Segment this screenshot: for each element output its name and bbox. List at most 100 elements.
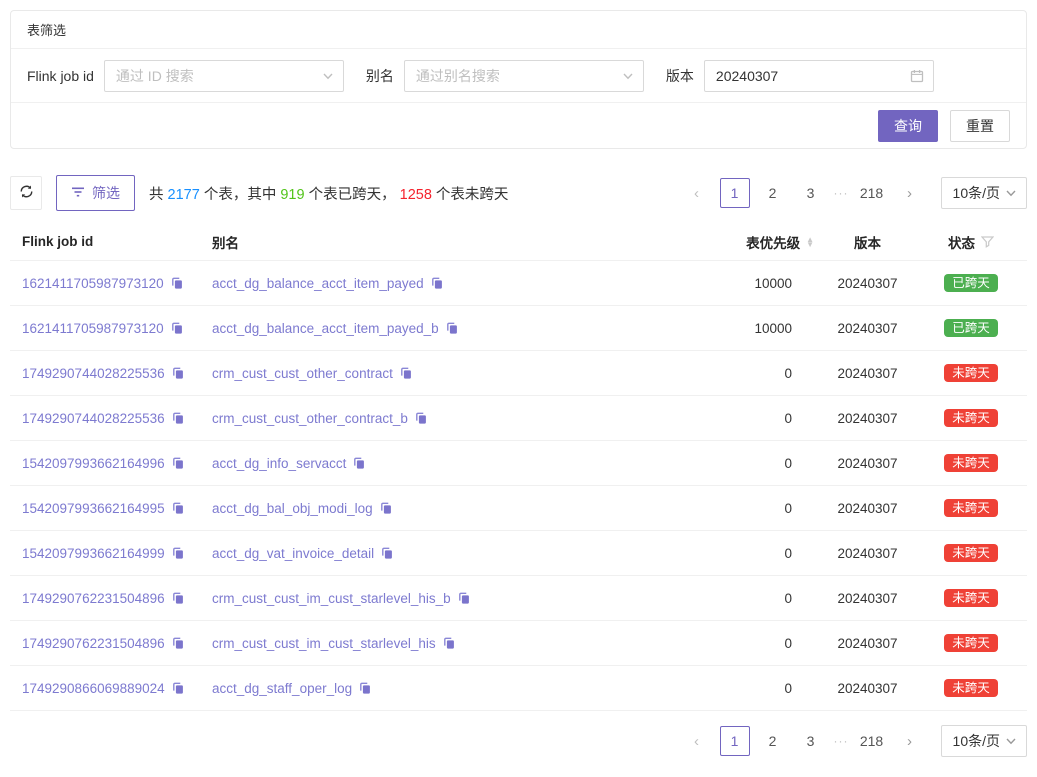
flink-job-id-link[interactable]: 1542097993662164996 xyxy=(22,456,165,471)
alias-link[interactable]: acct_dg_info_servacct xyxy=(212,456,346,471)
copy-icon[interactable] xyxy=(379,501,393,515)
copy-icon[interactable] xyxy=(414,411,428,425)
alias-link[interactable]: acct_dg_staff_oper_log xyxy=(212,681,352,696)
status-badge: 未跨天 xyxy=(944,499,998,518)
flink-job-id-link[interactable]: 1749290762231504896 xyxy=(22,636,165,651)
column-header-priority[interactable]: 表优先级 ▲▼ xyxy=(690,232,820,252)
summary-part4: 个表未跨天 xyxy=(432,187,509,203)
row-alias-cell: crm_cust_cust_im_cust_starlevel_his xyxy=(206,636,690,651)
row-status-cell: 已跨天 xyxy=(915,274,1027,293)
flink-job-id-link[interactable]: 1621411705987973120 xyxy=(22,321,164,336)
row-version-cell: 20240307 xyxy=(820,501,915,516)
copy-icon[interactable] xyxy=(170,276,184,290)
version-date-input[interactable]: 20240307 xyxy=(704,60,934,92)
flink-job-id-link[interactable]: 1621411705987973120 xyxy=(22,276,164,291)
page-ellipsis[interactable]: ··· xyxy=(834,734,849,748)
tables-table: Flink job id 别名 表优先级 ▲▼ 版本 状态 1621411705… xyxy=(10,223,1027,711)
table-header-row: Flink job id 别名 表优先级 ▲▼ 版本 状态 xyxy=(10,223,1027,261)
alias-select[interactable]: 通过别名搜索 xyxy=(404,60,644,92)
copy-icon[interactable] xyxy=(171,636,185,650)
page-button-2[interactable]: 2 xyxy=(758,178,788,208)
copy-icon[interactable] xyxy=(171,591,185,605)
row-alias-cell: crm_cust_cust_im_cust_starlevel_his_b xyxy=(206,591,690,606)
page-button-last[interactable]: 218 xyxy=(857,726,887,756)
page-ellipsis[interactable]: ··· xyxy=(834,186,849,200)
page-button-2[interactable]: 2 xyxy=(758,726,788,756)
row-priority-cell: 0 xyxy=(690,681,820,696)
flink-job-id-link[interactable]: 1542097993662164995 xyxy=(22,501,165,516)
flink-job-id-link[interactable]: 1749290866069889024 xyxy=(22,681,165,696)
alias-link[interactable]: acct_dg_vat_invoice_detail xyxy=(212,546,374,561)
summary-part2: 个表，其中 xyxy=(200,187,281,203)
copy-icon[interactable] xyxy=(457,591,471,605)
alias-link[interactable]: crm_cust_cust_im_cust_starlevel_his_b xyxy=(212,591,451,606)
query-button[interactable]: 查询 xyxy=(878,110,938,142)
alias-link[interactable]: crm_cust_cust_other_contract_b xyxy=(212,411,408,426)
alias-link[interactable]: acct_dg_bal_obj_modi_log xyxy=(212,501,373,516)
copy-icon[interactable] xyxy=(171,546,185,560)
flink-job-id-placeholder: 通过 ID 搜索 xyxy=(116,66,194,86)
copy-icon[interactable] xyxy=(171,681,185,695)
next-page-button[interactable]: › xyxy=(895,178,925,208)
page-size-select[interactable]: 10条/页 xyxy=(941,725,1027,757)
copy-icon[interactable] xyxy=(171,411,185,425)
row-flink-job-id-cell: 1621411705987973120 xyxy=(10,276,206,291)
page-button-1[interactable]: 1 xyxy=(720,726,750,756)
refresh-button[interactable] xyxy=(10,176,42,210)
row-status-cell: 未跨天 xyxy=(915,499,1027,518)
table-row: 1542097993662164995 acct_dg_bal_obj_modi… xyxy=(10,486,1027,531)
filter-button[interactable]: 筛选 xyxy=(56,175,135,211)
row-flink-job-id-cell: 1621411705987973120 xyxy=(10,321,206,336)
page-button-1[interactable]: 1 xyxy=(720,178,750,208)
flink-job-id-select[interactable]: 通过 ID 搜索 xyxy=(104,60,344,92)
table-row: 1621411705987973120 acct_dg_balance_acct… xyxy=(10,306,1027,351)
alias-link[interactable]: crm_cust_cust_im_cust_starlevel_his xyxy=(212,636,436,651)
flink-job-id-link[interactable]: 1749290744028225536 xyxy=(22,411,165,426)
copy-icon[interactable] xyxy=(399,366,413,380)
table-row: 1749290762231504896 crm_cust_cust_im_cus… xyxy=(10,576,1027,621)
toolbar-right: ‹ 1 2 3 ··· 218 › 10条/页 xyxy=(682,177,1027,209)
page-button-last[interactable]: 218 xyxy=(857,178,887,208)
prev-page-button[interactable]: ‹ xyxy=(682,726,712,756)
table-row: 1542097993662164996 acct_dg_info_servacc… xyxy=(10,441,1027,486)
copy-icon[interactable] xyxy=(380,546,394,560)
row-alias-cell: acct_dg_balance_acct_item_payed xyxy=(206,276,690,291)
next-page-button[interactable]: › xyxy=(895,726,925,756)
prev-page-button[interactable]: ‹ xyxy=(682,178,712,208)
copy-icon[interactable] xyxy=(430,276,444,290)
chevron-down-icon xyxy=(1005,735,1017,747)
row-priority-cell: 0 xyxy=(690,501,820,516)
copy-icon[interactable] xyxy=(171,366,185,380)
row-flink-job-id-cell: 1749290762231504896 xyxy=(10,591,206,606)
flink-job-id-link[interactable]: 1749290762231504896 xyxy=(22,591,165,606)
row-priority-cell: 0 xyxy=(690,546,820,561)
page-size-select[interactable]: 10条/页 xyxy=(941,177,1027,209)
copy-icon[interactable] xyxy=(445,321,459,335)
alias-link[interactable]: acct_dg_balance_acct_item_payed_b xyxy=(212,321,439,336)
row-priority-cell: 0 xyxy=(690,366,820,381)
alias-link[interactable]: crm_cust_cust_other_contract xyxy=(212,366,393,381)
flink-job-id-link[interactable]: 1542097993662164999 xyxy=(22,546,165,561)
reset-button[interactable]: 重置 xyxy=(950,110,1010,142)
copy-icon[interactable] xyxy=(171,501,185,515)
row-flink-job-id-cell: 1542097993662164996 xyxy=(10,456,206,471)
row-version-cell: 20240307 xyxy=(820,366,915,381)
copy-icon[interactable] xyxy=(170,321,184,335)
filter-funnel-icon[interactable] xyxy=(981,236,994,248)
row-priority-cell: 0 xyxy=(690,456,820,471)
row-status-cell: 未跨天 xyxy=(915,454,1027,473)
page-button-3[interactable]: 3 xyxy=(796,178,826,208)
row-status-cell: 未跨天 xyxy=(915,634,1027,653)
chevron-down-icon xyxy=(1005,187,1017,199)
page-button-3[interactable]: 3 xyxy=(796,726,826,756)
table-row: 1621411705987973120 acct_dg_balance_acct… xyxy=(10,261,1027,306)
copy-icon[interactable] xyxy=(358,681,372,695)
flink-job-id-link[interactable]: 1749290744028225536 xyxy=(22,366,165,381)
copy-icon[interactable] xyxy=(352,456,366,470)
copy-icon[interactable] xyxy=(171,456,185,470)
copy-icon[interactable] xyxy=(442,636,456,650)
row-alias-cell: acct_dg_balance_acct_item_payed_b xyxy=(206,321,690,336)
sort-carets-icon[interactable]: ▲▼ xyxy=(806,237,814,247)
column-header-alias: 别名 xyxy=(206,232,690,252)
alias-link[interactable]: acct_dg_balance_acct_item_payed xyxy=(212,276,424,291)
